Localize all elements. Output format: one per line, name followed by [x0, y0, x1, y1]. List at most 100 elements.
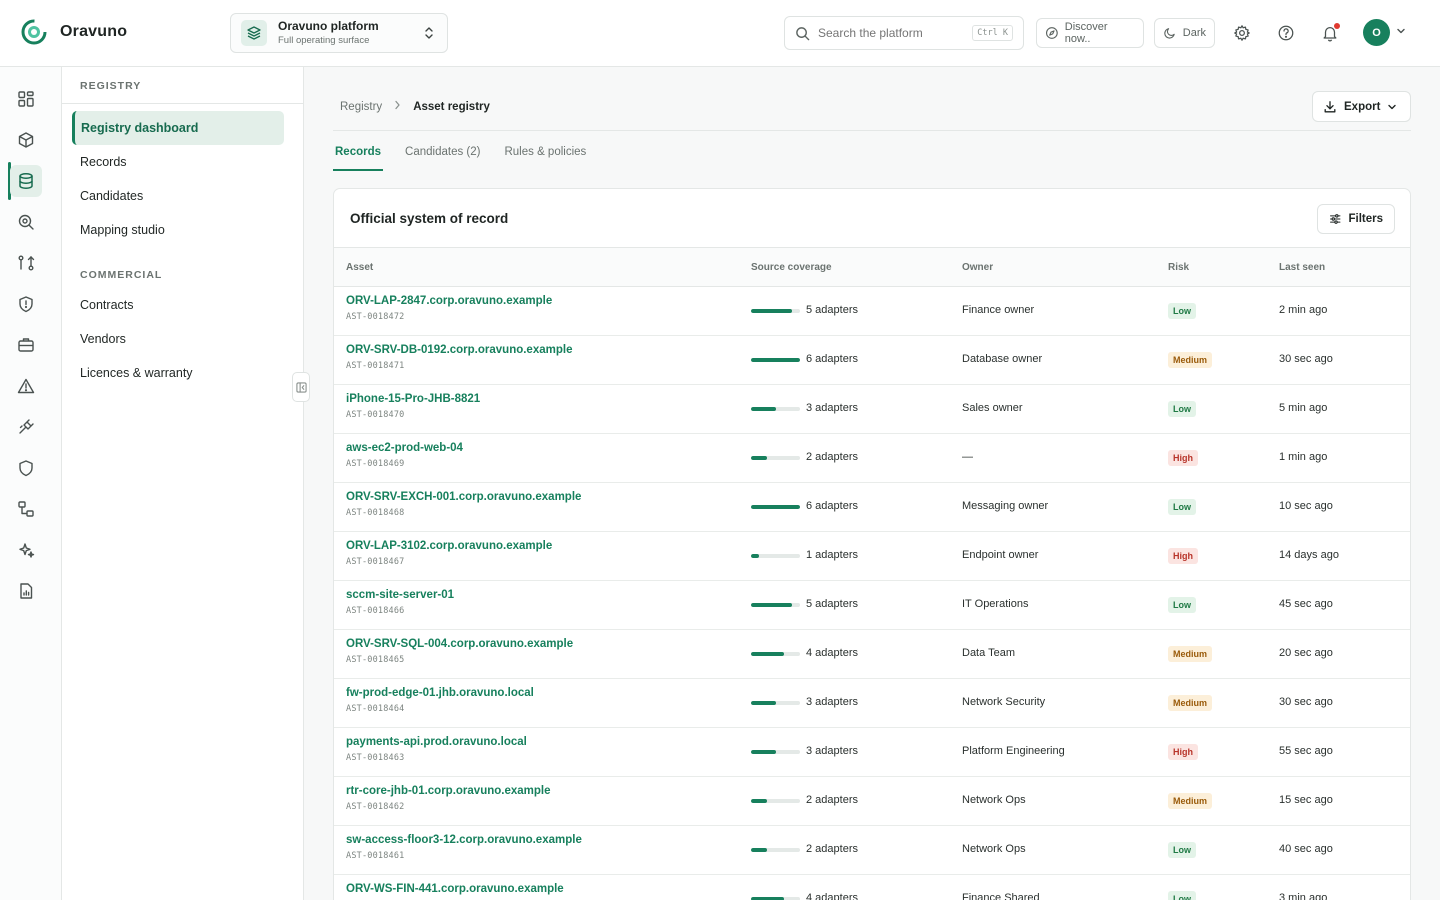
rail-reports[interactable] — [10, 575, 42, 607]
export-button[interactable]: Export — [1312, 91, 1411, 122]
asset-name-link[interactable]: aws-ec2-prod-web-04 — [346, 442, 463, 454]
column-owner[interactable]: Owner — [962, 262, 993, 273]
risk-badge: Medium — [1168, 793, 1213, 809]
asset-name-link[interactable]: ORV-LAP-2847.corp.oravuno.example — [346, 295, 552, 307]
rail-assets[interactable] — [10, 124, 42, 156]
coverage-bar-fill — [751, 603, 792, 607]
rail-discovery[interactable] — [10, 206, 42, 238]
sidebar-item-candidates[interactable]: Candidates — [72, 179, 284, 213]
global-search[interactable]: Ctrl K — [784, 16, 1024, 50]
tab-candidates[interactable]: Candidates (2) — [403, 140, 482, 171]
table-row[interactable]: iPhone-15-Pro-JHB-8821 AST-0018470 3 adapt… — [334, 385, 1410, 434]
grid-icon — [18, 91, 34, 107]
risk-badge: High — [1168, 548, 1198, 564]
table-row[interactable]: ORV-WS-FIN-441.corp.oravuno.exampleAST-0… — [334, 875, 1410, 900]
asset-id: AST-0018461 — [346, 851, 405, 861]
last-seen: 14 days ago — [1279, 549, 1339, 561]
table-row[interactable]: ORV-SRV-DB-0192.corp.oravuno.example AST-… — [334, 336, 1410, 385]
column-risk[interactable]: Risk — [1168, 262, 1189, 273]
table-row[interactable]: fw-prod-edge-01.jhb.oravuno.local AST-001… — [334, 679, 1410, 728]
column-last-seen[interactable]: Last seen — [1279, 262, 1325, 273]
asset-name-link[interactable]: ORV-SRV-EXCH-001.corp.oravuno.example — [346, 491, 581, 503]
owner: Network Ops — [962, 843, 1026, 855]
sidebar-item-licences[interactable]: Licences & warranty — [72, 356, 284, 390]
coverage-bar — [751, 652, 800, 656]
table-row[interactable]: sw-access-floor3-12.corp.oravuno.example… — [334, 826, 1410, 875]
asset-id: AST-0018469 — [346, 459, 405, 469]
rail-ai[interactable] — [10, 534, 42, 566]
rail-dashboard[interactable] — [10, 83, 42, 115]
git-compare-icon — [18, 255, 35, 271]
rail-commercial[interactable] — [10, 329, 42, 361]
coverage-bar-fill — [751, 358, 800, 362]
filters-button[interactable]: Filters — [1317, 204, 1395, 234]
asset-name-link[interactable]: fw-prod-edge-01.jhb.oravuno.local — [346, 687, 534, 699]
asset-name-link[interactable]: ORV-LAP-3102.corp.oravuno.example — [346, 540, 552, 552]
sidebar-item-vendors[interactable]: Vendors — [72, 322, 284, 356]
cube-icon — [18, 132, 34, 148]
coverage-bar-fill — [751, 848, 768, 852]
coverage-bar — [751, 554, 800, 558]
table-row[interactable]: ORV-LAP-2847.corp.oravuno.example AST-001… — [334, 287, 1410, 336]
table-row[interactable]: aws-ec2-prod-web-04 AST-0018469 2 adapters… — [334, 434, 1410, 483]
table-row[interactable]: ORV-SRV-SQL-004.corp.oravuno.example AST-… — [334, 630, 1410, 679]
search-input[interactable] — [818, 26, 963, 40]
table-row[interactable]: payments-api.prod.oravuno.local AST-00184… — [334, 728, 1410, 777]
dark-mode-toggle[interactable]: Dark — [1154, 18, 1215, 48]
risk-badge: Low — [1168, 842, 1196, 858]
workflow-icon — [18, 501, 34, 517]
asset-name-link[interactable]: sw-access-floor3-12.corp.oravuno.example — [346, 834, 582, 846]
plug-icon — [19, 419, 34, 434]
brand[interactable]: Oravuno — [20, 18, 127, 46]
rail-registry[interactable] — [10, 165, 42, 197]
coverage-count: 1 adapters — [806, 549, 858, 561]
last-seen: 55 sec ago — [1279, 745, 1333, 757]
column-source-coverage[interactable]: Source coverage — [751, 262, 832, 273]
collapse-sidebar-button[interactable] — [292, 372, 310, 402]
sidebar-item-records[interactable]: Records — [72, 145, 284, 179]
asset-name-link[interactable]: ORV-WS-FIN-441.corp.oravuno.example — [346, 883, 564, 895]
rail-changes[interactable] — [10, 247, 42, 279]
rail-security[interactable] — [10, 288, 42, 320]
platform-switcher[interactable]: Oravuno platform Full operating surface — [230, 13, 448, 53]
sidebar-item-mapping-studio[interactable]: Mapping studio — [72, 213, 284, 247]
asset-name-link[interactable]: payments-api.prod.oravuno.local — [346, 736, 527, 748]
rail-workflows[interactable] — [10, 493, 42, 525]
breadcrumb-parent[interactable]: Registry — [340, 101, 382, 113]
asset-name-link[interactable]: sccm-site-server-01 — [346, 589, 454, 601]
tab-rules-policies[interactable]: Rules & policies — [502, 140, 588, 171]
asset-name-link[interactable]: iPhone-15-Pro-JHB-8821 — [346, 393, 480, 405]
table-row[interactable]: ORV-LAP-3102.corp.oravuno.example AST-001… — [334, 532, 1410, 581]
download-icon — [1324, 100, 1336, 112]
asset-name-link[interactable]: rtr-core-jhb-01.corp.oravuno.example — [346, 785, 551, 797]
shield-icon — [19, 460, 33, 477]
sidebar-item-registry-dashboard[interactable]: Registry dashboard — [72, 111, 284, 145]
table-row[interactable]: ORV-SRV-EXCH-001.corp.oravuno.example AST… — [334, 483, 1410, 532]
rail-compliance[interactable] — [10, 452, 42, 484]
table-header: Asset Source coverage Owner Risk Last se… — [334, 247, 1410, 287]
asset-name-link[interactable]: ORV-SRV-SQL-004.corp.oravuno.example — [346, 638, 573, 650]
rail-incidents[interactable] — [10, 370, 42, 402]
avatar[interactable]: O — [1363, 19, 1390, 46]
help-button[interactable] — [1275, 22, 1297, 44]
table-row[interactable]: sccm-site-server-01 AST-0018466 5 adapters… — [334, 581, 1410, 630]
notifications-button[interactable] — [1319, 22, 1341, 44]
warning-icon — [17, 378, 35, 394]
header-divider — [333, 130, 1411, 131]
chevron-down-icon[interactable] — [1396, 27, 1406, 35]
rail-integrations[interactable] — [10, 411, 42, 443]
asset-name-link[interactable]: ORV-SRV-DB-0192.corp.oravuno.example — [346, 344, 572, 356]
risk-badge: Medium — [1168, 695, 1213, 711]
settings-button[interactable] — [1231, 22, 1253, 44]
coverage-count: 2 adapters — [806, 843, 858, 855]
owner: Network Ops — [962, 794, 1026, 806]
sidebar-item-contracts[interactable]: Contracts — [72, 288, 284, 322]
discover-button[interactable]: Discover now.. — [1036, 18, 1144, 48]
column-asset[interactable]: Asset — [346, 262, 373, 273]
asset-id: AST-0018470 — [346, 410, 405, 420]
owner: Data Team — [962, 647, 1015, 659]
asset-id: AST-0018465 — [346, 655, 405, 665]
table-row[interactable]: rtr-core-jhb-01.corp.oravuno.example AST-… — [334, 777, 1410, 826]
coverage-bar-fill — [751, 652, 784, 656]
tab-records[interactable]: Records — [333, 140, 384, 171]
